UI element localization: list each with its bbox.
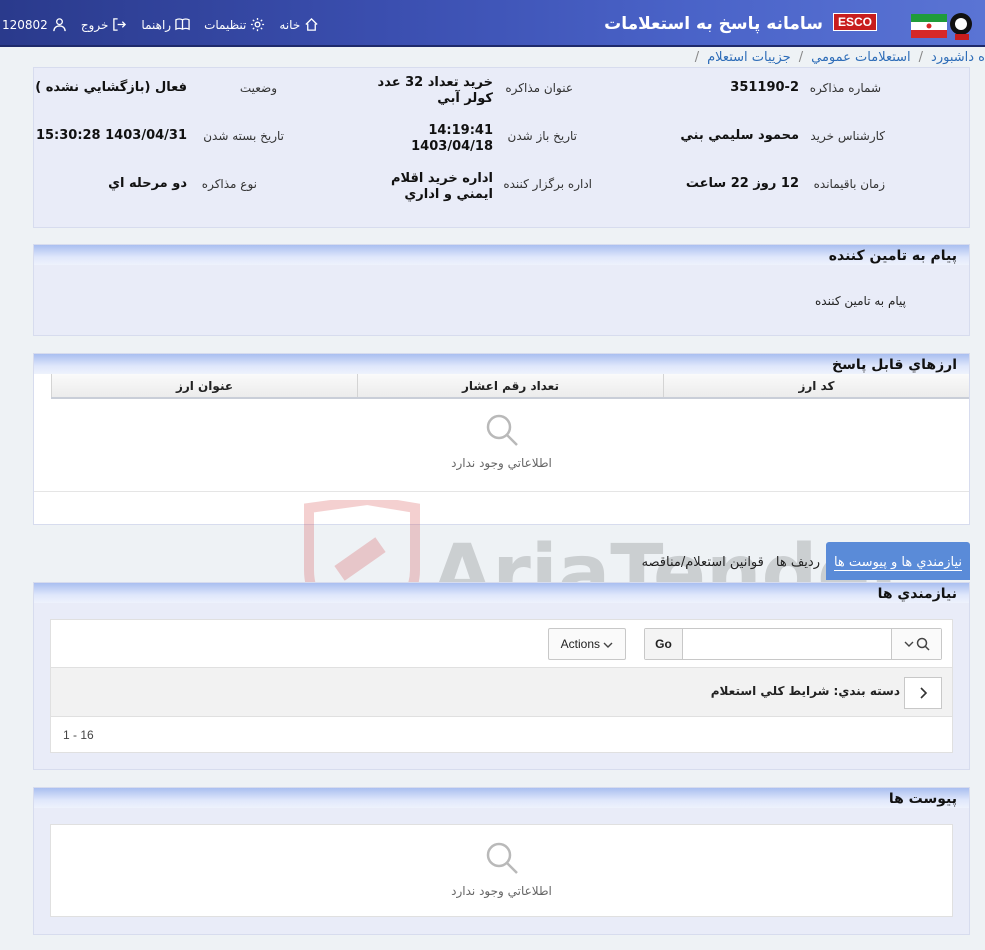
- top-header: ESCO سامانه پاسخ به استعلامات 120802 خرو…: [0, 0, 985, 47]
- negotiation-number-value: 351190-2: [730, 80, 799, 95]
- system-title: سامانه پاسخ به استعلامات: [604, 14, 823, 34]
- currencies-title: ارزهاي قابل پاسخ: [34, 354, 969, 374]
- gear-icon: [251, 17, 265, 32]
- control-break-row: دسته بندي: شرايط کلي استعلام: [50, 667, 953, 717]
- logout-icon: [113, 18, 127, 31]
- search-icon: [916, 637, 930, 651]
- magnifier-icon: [486, 842, 518, 874]
- requirements-title: نيازمندي ها: [34, 583, 969, 603]
- user-id-link[interactable]: 120802: [2, 17, 67, 32]
- supplier-message-panel: پيام به تامين کننده پيام به تامين کننده: [33, 244, 970, 336]
- open-date-label: تاريخ باز شدن: [507, 129, 577, 143]
- user-icon: [53, 18, 66, 32]
- actions-menu-button[interactable]: Actions: [548, 628, 626, 660]
- actions-label: Actions: [560, 637, 600, 651]
- tab-rules[interactable]: قوانين استعلام/مناقصه: [636, 542, 770, 580]
- negotiation-number-label: شماره مذاکره: [809, 81, 881, 95]
- home-link[interactable]: خانه: [279, 17, 319, 32]
- currencies-table-header: کد ارز تعداد رقم اعشار عنوان ارز: [51, 374, 969, 399]
- settings-label: تنظيمات: [204, 17, 247, 32]
- purchase-expert-value: محمود سليمي بني: [680, 128, 799, 143]
- attachments-empty-state: اطلاعاتي وجود ندارد: [51, 825, 952, 898]
- tab-requirements-attachments-label: نيازمندي ها و پيوست ها: [833, 555, 962, 571]
- currencies-panel: ارزهاي قابل پاسخ کد ارز تعداد رقم اعشار …: [33, 353, 970, 525]
- table-footer-divider: [34, 491, 969, 492]
- detail-tabs: نيازمندي ها و پيوست ها رديف ها قوانين اس…: [636, 542, 970, 580]
- inquiry-info-panel: شماره مذاکره 351190-2 کارشناس خريد محمود…: [33, 67, 970, 228]
- chevron-down-icon: [904, 641, 913, 647]
- chevron-right-icon: [920, 687, 928, 699]
- breadcrumb-separator: /: [918, 49, 924, 65]
- negotiation-type-value: دو مرحله اي: [108, 176, 187, 191]
- magnifier-icon: [486, 414, 518, 446]
- esco-logo: ESCO: [832, 13, 877, 31]
- breadcrumb-separator: /: [798, 49, 804, 65]
- currencies-empty-text: اطلاعاتي وجود ندارد: [451, 456, 552, 470]
- home-icon: [305, 17, 318, 31]
- requirements-toolbar: Go Actions: [50, 619, 953, 667]
- breadcrumb-separator: /: [694, 49, 700, 65]
- help-link[interactable]: راهنما: [141, 17, 190, 32]
- status-label: وضعيت: [239, 81, 277, 95]
- open-date-value: 14:19:41 1403/04/18: [411, 123, 493, 154]
- tab-rows[interactable]: رديف ها: [770, 542, 826, 580]
- breadcrumb-public-inquiries[interactable]: استعلامات عمومي: [811, 50, 911, 65]
- supplier-message-body: پيام به تامين کننده: [815, 294, 906, 308]
- attachments-empty-text: اطلاعاتي وجود ندارد: [451, 884, 552, 898]
- remaining-time-label: زمان باقيمانده: [813, 177, 885, 191]
- close-date-value: 1403/04/31 15:30:28: [35, 128, 187, 143]
- book-icon: [175, 18, 190, 31]
- currencies-table: کد ارز تعداد رقم اعشار عنوان ارز اطلاعات…: [34, 374, 969, 524]
- breadcrumb-inquiry-details[interactable]: جزييات استعلام: [707, 50, 791, 65]
- currencies-empty-state: اطلاعاتي وجود ندارد: [34, 399, 969, 470]
- negotiation-title-value: خريد تعداد 32 عدد کولر آبي: [377, 75, 493, 106]
- flag-logo-icon: [911, 13, 972, 40]
- breadcrumb-dashboard[interactable]: ه داشبورد: [931, 50, 985, 65]
- remaining-time-value: 12 روز 22 ساعت: [685, 176, 799, 191]
- group-label: دسته بندي: شرايط کلي استعلام: [710, 684, 900, 698]
- supplier-message-title: پيام به تامين کننده: [34, 245, 969, 265]
- chevron-down-icon: [603, 642, 613, 648]
- tab-requirements-attachments[interactable]: نيازمندي ها و پيوست ها: [825, 542, 970, 580]
- logout-label: خروج: [80, 17, 109, 32]
- top-nav: 120802 خروج راهنما تنظيمات خانه: [2, 17, 319, 32]
- col-currency-title[interactable]: عنوان ارز: [51, 374, 357, 397]
- go-button[interactable]: Go: [645, 629, 683, 659]
- col-currency-code[interactable]: کد ارز: [663, 374, 969, 397]
- attachments-title: پيوست ها: [34, 788, 969, 808]
- user-id-label: 120802: [2, 17, 48, 32]
- attachments-panel: پيوست ها اطلاعاتي وجود ندارد: [33, 787, 970, 935]
- negotiation-title-label: عنوان مذاکره: [505, 81, 573, 95]
- help-label: راهنما: [141, 17, 172, 32]
- col-decimal-digits[interactable]: تعداد رقم اعشار: [357, 374, 663, 397]
- home-label: خانه: [279, 17, 301, 32]
- purchase-expert-label: کارشناس خريد: [810, 129, 885, 143]
- organizer-dept-label: اداره برگزار کننده: [503, 177, 592, 191]
- breadcrumb: ه داشبورد / استعلامات عمومي / جزييات است…: [695, 47, 985, 67]
- search-column-selector[interactable]: [891, 629, 941, 659]
- search-group: Go: [644, 628, 942, 660]
- negotiation-type-label: نوع مذاکره: [201, 177, 257, 191]
- expand-group-button[interactable]: [904, 677, 942, 709]
- close-date-label: تاريخ بسته شدن: [203, 129, 284, 143]
- search-input[interactable]: [683, 629, 891, 659]
- settings-link[interactable]: تنظيمات: [204, 17, 265, 32]
- attachments-table: اطلاعاتي وجود ندارد: [50, 824, 953, 917]
- organizer-dept-value: اداره خريد اقلام ايمني و اداري: [390, 171, 493, 202]
- pagination-info: 1 - 16: [50, 717, 953, 753]
- logout-link[interactable]: خروج: [81, 17, 128, 32]
- status-value: فعال (بازگشايي نشده ): [35, 80, 187, 95]
- esco-badge: ESCO: [832, 13, 877, 31]
